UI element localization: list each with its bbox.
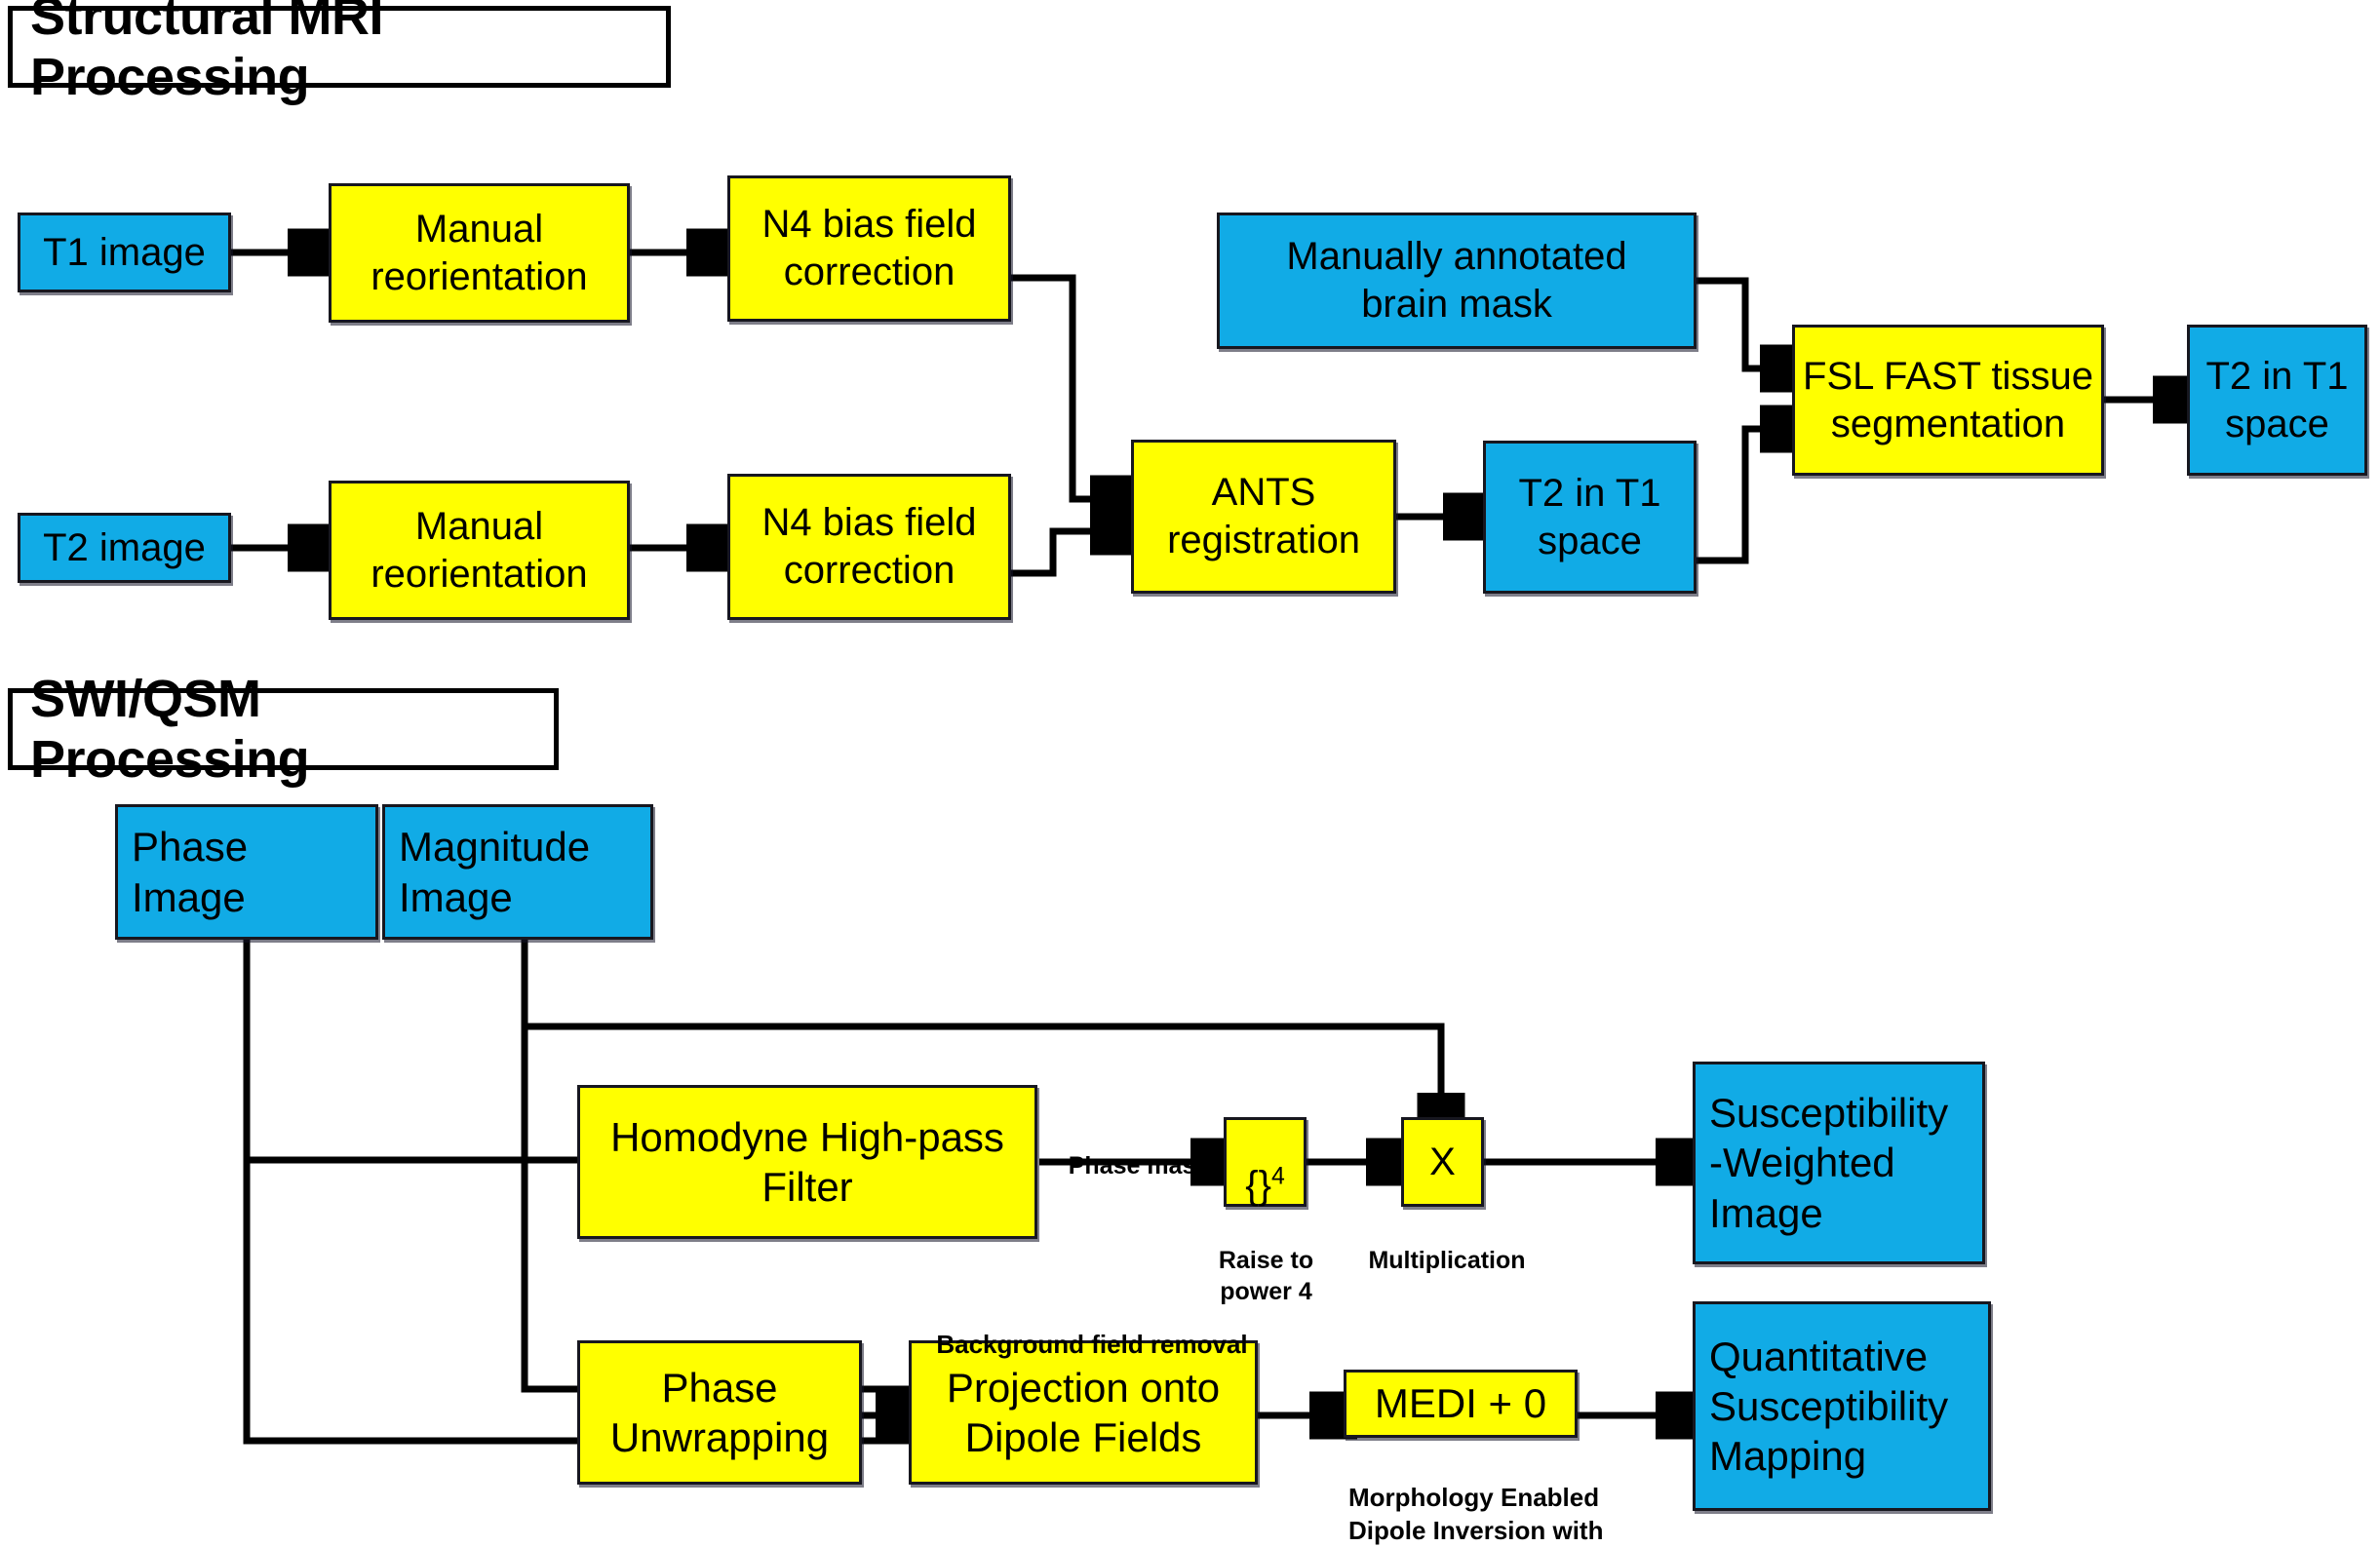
node-t1-n4-label: N4 bias field correction (761, 203, 977, 293)
wire-t2t1mid-to-fslfast (1697, 429, 1791, 564)
section-title-swiqsm: SWI/QSM Processing (8, 670, 559, 789)
node-t1-n4-bias-field-correction[interactable]: N4 bias field correction (727, 175, 1011, 322)
caption-multiplication-label: Multiplication (1368, 1247, 1526, 1274)
caption-phase-mask-label: Phase mask (1068, 1152, 1210, 1180)
node-t2-image-label: T2 image (43, 525, 206, 569)
node-fsl-fast-tissue-segmentation[interactable]: FSL FAST tissue segmentation (1792, 325, 2104, 476)
caption-raise-to-power-4: Raise to power 4 (1186, 1214, 1346, 1307)
node-t2-n4-label: N4 bias field correction (761, 501, 977, 592)
section-title-swiqsm-label: SWI/QSM Processing (30, 670, 310, 789)
node-manually-annotated-brain-mask[interactable]: Manually annotated brain mask (1217, 213, 1697, 349)
caption-phase-mask: Phase mask (1056, 1119, 1222, 1181)
node-t2-image[interactable]: T2 image (18, 513, 231, 583)
node-t1-manual-reorientation-label: Manual reorientation (371, 207, 588, 298)
node-t2-in-t1-space-output-label: T2 in T1 space (2205, 354, 2349, 445)
node-t2-manual-reorientation[interactable]: Manual reorientation (329, 481, 630, 620)
caption-medi-expansion-label: Morphology Enabled Dipole Inversion with… (1348, 1483, 1604, 1545)
node-multiplication-label: X (1429, 1140, 1456, 1183)
section-title-structural: Structural MRI Processing (8, 0, 671, 106)
node-homodyne-label: Homodyne High-pass Filter (610, 1113, 1004, 1210)
node-magnitude-image[interactable]: Magnitude Image (382, 804, 653, 940)
node-fsl-fast-label: FSL FAST tissue segmentation (1803, 354, 2093, 445)
node-t2-in-t1-space-output[interactable]: T2 in T1 space (2187, 325, 2367, 476)
wire-mask-to-fslfast (1697, 277, 1791, 368)
node-power4-label: {}4 (1232, 1114, 1298, 1210)
node-phase-unwrapping-label: Phase Unwrapping (609, 1364, 830, 1460)
node-multiplication[interactable]: X (1401, 1117, 1484, 1207)
node-phase-image[interactable]: Phase Image (115, 804, 378, 940)
node-t1-image-label: T1 image (43, 230, 206, 274)
node-ants-registration[interactable]: ANTS registration (1131, 440, 1396, 594)
node-homodyne-high-pass-filter[interactable]: Homodyne High-pass Filter (577, 1085, 1037, 1239)
node-phase-unwrapping[interactable]: Phase Unwrapping (577, 1340, 862, 1485)
node-medi-label: MEDI + 0 (1374, 1380, 1547, 1427)
caption-background-field-removal: Background field removal (936, 1296, 1248, 1362)
node-t2-in-t1-space-mid[interactable]: T2 in T1 space (1483, 441, 1697, 594)
node-t2-manual-reorientation-label: Manual reorientation (371, 504, 588, 596)
node-magnitude-image-label: Magnitude Image (399, 824, 591, 920)
node-t2-n4-bias-field-correction[interactable]: N4 bias field correction (727, 474, 1011, 620)
node-ants-registration-label: ANTS registration (1167, 471, 1360, 561)
node-power4-base: {} (1245, 1164, 1271, 1207)
node-power4-exponent: 4 (1270, 1163, 1285, 1190)
node-t1-image[interactable]: T1 image (18, 213, 231, 292)
node-susceptibility-weighted-image[interactable]: Susceptibility -Weighted Image (1693, 1062, 1985, 1264)
node-brain-mask-label: Manually annotated brain mask (1286, 235, 1627, 326)
flowchart-canvas: Structural MRI Processing SWI/QSM Proces… (0, 0, 2380, 1547)
node-t2-in-t1-space-mid-label: T2 in T1 space (1518, 471, 1661, 562)
node-raise-to-power-4[interactable]: {}4 (1224, 1117, 1307, 1207)
wire-t1n4-to-ants (1011, 274, 1121, 499)
node-phase-image-label: Phase Image (132, 824, 249, 920)
node-quantitative-susceptibility-mapping[interactable]: Quantitative Susceptibility Mapping (1693, 1301, 1991, 1511)
section-title-structural-label: Structural MRI Processing (30, 0, 384, 106)
node-t1-manual-reorientation[interactable]: Manual reorientation (329, 183, 630, 323)
node-pdf-label: Projection onto Dipole Fields (946, 1364, 1221, 1460)
caption-multiplication: Multiplication (1360, 1214, 1534, 1276)
node-medi-plus-zero[interactable]: MEDI + 0 (1344, 1370, 1578, 1438)
node-swi-label: Susceptibility -Weighted Image (1709, 1090, 1949, 1236)
node-projection-onto-dipole-fields[interactable]: Projection onto Dipole Fields (909, 1340, 1258, 1485)
caption-medi-expansion: Morphology Enabled Dipole Inversion with… (1348, 1450, 1670, 1547)
wire-t2n4-to-ants (1011, 531, 1121, 577)
node-qsm-label: Quantitative Susceptibility Mapping (1709, 1333, 1949, 1480)
caption-background-field-removal-label: Background field removal (936, 1330, 1248, 1360)
